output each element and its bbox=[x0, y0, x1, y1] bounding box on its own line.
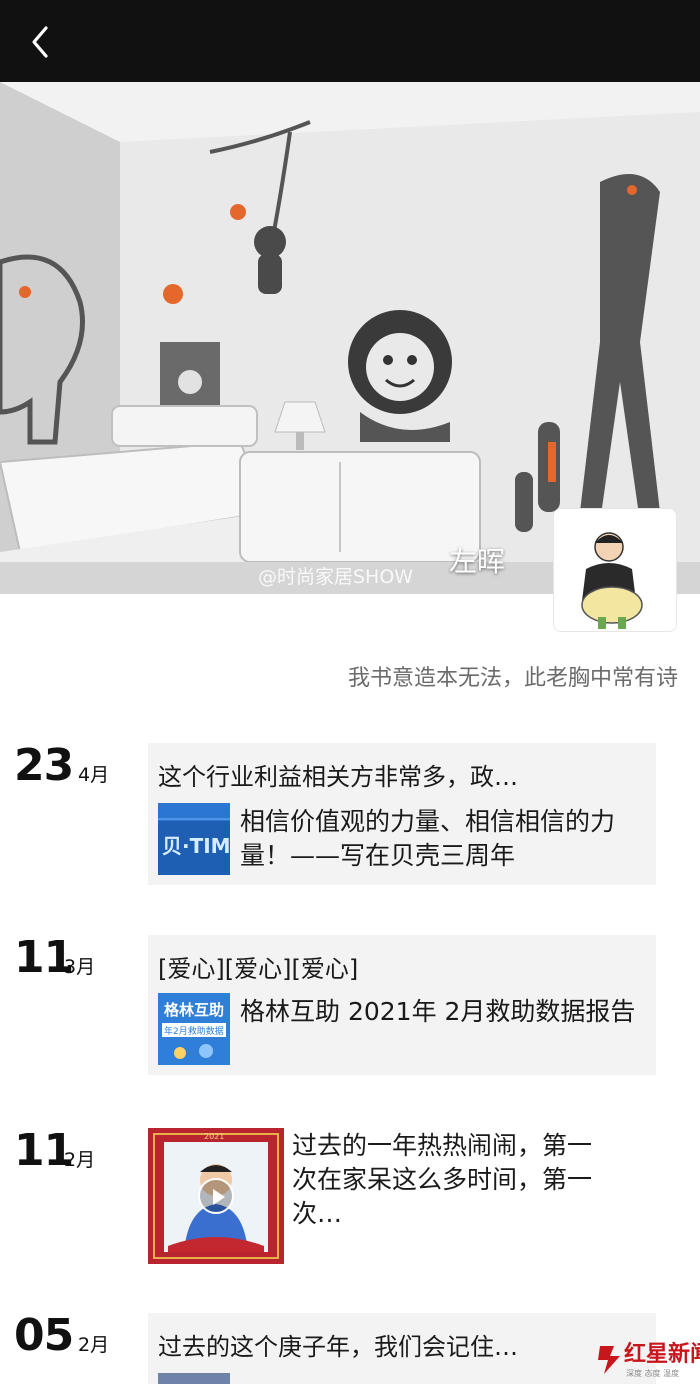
post-day: 05 bbox=[14, 1310, 74, 1361]
post-month: 2月 bbox=[64, 1149, 96, 1171]
brand-name: 红星新闻 bbox=[624, 1341, 700, 1367]
link-thumbnail bbox=[158, 1373, 230, 1384]
chevron-left-icon[interactable] bbox=[22, 20, 62, 64]
link-thumbnail: 格林互助 年2月救助数据 bbox=[158, 993, 230, 1065]
cover-watermark: @时尚家居SHOW bbox=[258, 566, 414, 588]
profile-signature: 我书意造本无法，此老胸中常有诗 bbox=[347, 666, 678, 691]
post-month: 4月 bbox=[78, 764, 110, 786]
svg-text:2021: 2021 bbox=[204, 1132, 224, 1141]
svg-text:贝·TIM: 贝·TIM bbox=[162, 834, 230, 858]
play-icon[interactable] bbox=[198, 1178, 234, 1214]
link-title: 格林互助 2021年 2月救助数据报告 bbox=[240, 997, 636, 1026]
post-day: 23 bbox=[14, 740, 74, 791]
link-title: 相信价值观的力量、相信相信的力量！——写在贝壳三周年 bbox=[240, 807, 616, 870]
brand-mark-icon bbox=[598, 1346, 620, 1374]
svg-text:年2月救助数据: 年2月救助数据 bbox=[164, 1025, 224, 1037]
post-month: 2月 bbox=[78, 1334, 110, 1356]
brand-tagline: 深度 态度 温度 bbox=[626, 1369, 680, 1378]
post-text: [爱心][爱心][爱心] bbox=[158, 955, 359, 983]
brand-logo: 红星新闻 深度 态度 温度 bbox=[594, 1334, 700, 1384]
profile-name[interactable]: 左晖 bbox=[449, 540, 505, 580]
link-thumbnail: 贝·TIM bbox=[158, 803, 230, 875]
avatar[interactable] bbox=[553, 508, 677, 632]
post-card[interactable]: 过去的这个庚子年，我们会记住… bbox=[148, 1313, 656, 1384]
video-thumbnail[interactable]: 2021 bbox=[148, 1128, 284, 1264]
svg-text:格林互助: 格林互助 bbox=[164, 1001, 224, 1019]
post-month: 3月 bbox=[64, 956, 96, 978]
post-text: 过去的一年热热闹闹，第一次在家呆这么多时间，第一次… bbox=[292, 1131, 593, 1228]
post-text: 过去的这个庚子年，我们会记住… bbox=[158, 1333, 518, 1361]
top-bar bbox=[0, 0, 700, 82]
post-card[interactable]: [爱心][爱心][爱心] 格林互助 年2月救助数据 格林互助 2021年 2月救… bbox=[148, 935, 656, 1075]
post-text: 这个行业利益相关方非常多，政… bbox=[158, 763, 518, 791]
post-card[interactable]: 这个行业利益相关方非常多，政… 贝·TIM 相信价值观的力量、相信相信的力量！—… bbox=[148, 743, 656, 885]
